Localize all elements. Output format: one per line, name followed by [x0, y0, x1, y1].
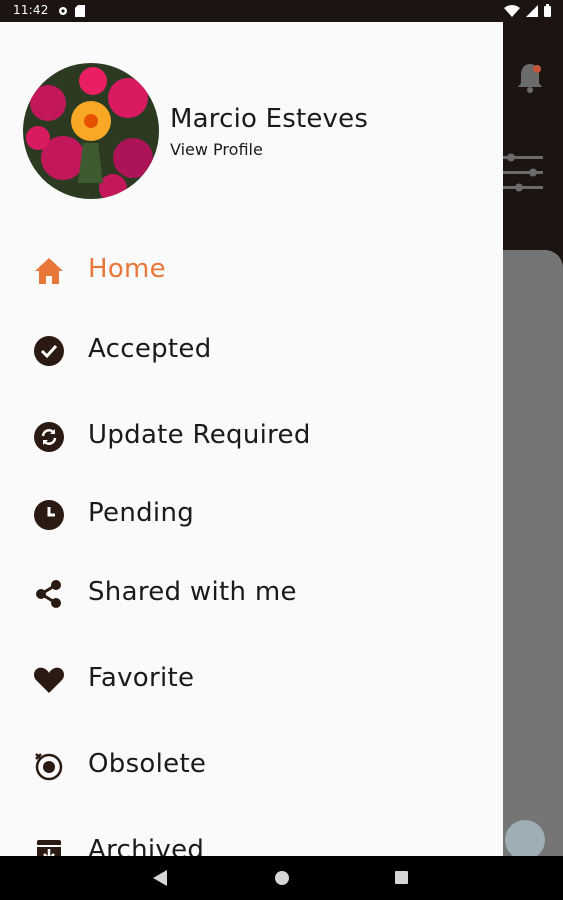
heart-icon — [33, 667, 65, 693]
menu-item-pending[interactable]: Pending — [0, 484, 503, 544]
menu-item-label: Update Required — [88, 420, 311, 450]
menu-item-accepted[interactable]: Accepted — [0, 320, 503, 380]
home-circle-icon[interactable] — [275, 871, 289, 885]
signal-icon — [526, 4, 538, 17]
menu-item-label: Favorite — [88, 663, 195, 693]
share-icon — [36, 580, 61, 608]
system-navigation-bar — [0, 856, 563, 900]
floating-action-button[interactable] — [505, 820, 545, 860]
notification-bell-icon[interactable] — [515, 60, 545, 96]
status-bar: 11:42 — [0, 0, 563, 22]
avatar[interactable] — [23, 63, 159, 199]
menu-item-home[interactable]: Home — [0, 240, 503, 300]
menu-item-label: Home — [88, 254, 166, 284]
profile-name: Marcio Esteves — [170, 104, 369, 134]
menu-item-shared-with-me[interactable]: Shared with me — [0, 563, 503, 623]
wifi-icon — [504, 4, 520, 17]
menu-item-label: Obsolete — [88, 749, 207, 779]
menu-item-archived[interactable]: Archived — [0, 821, 503, 856]
menu-item-label: Accepted — [88, 334, 212, 364]
sync-circle-icon — [34, 422, 64, 452]
menu-item-update-required[interactable]: Update Required — [0, 406, 503, 466]
obsolete-timer-icon — [35, 753, 63, 781]
sd-card-icon — [75, 5, 85, 17]
filter-sliders-icon[interactable] — [503, 153, 543, 193]
menu-item-label: Pending — [88, 498, 195, 528]
back-icon[interactable] — [153, 870, 167, 886]
recents-square-icon[interactable] — [395, 871, 408, 884]
view-profile-link[interactable]: View Profile — [170, 140, 263, 159]
settings-gear-icon — [59, 7, 67, 15]
menu-item-label: Shared with me — [88, 577, 297, 607]
archive-icon — [37, 840, 61, 856]
menu-item-favorite[interactable]: Favorite — [0, 649, 503, 709]
clock-icon — [34, 500, 64, 530]
flower-avatar-image — [23, 63, 159, 199]
navigation-drawer: Marcio Esteves View Profile Home Accepte… — [0, 22, 503, 856]
status-time: 11:42 — [13, 3, 49, 17]
battery-icon — [544, 4, 551, 17]
menu-item-obsolete[interactable]: Obsolete — [0, 735, 503, 795]
menu-item-label: Archived — [88, 835, 205, 856]
check-circle-icon — [34, 336, 64, 366]
home-icon — [35, 258, 63, 284]
